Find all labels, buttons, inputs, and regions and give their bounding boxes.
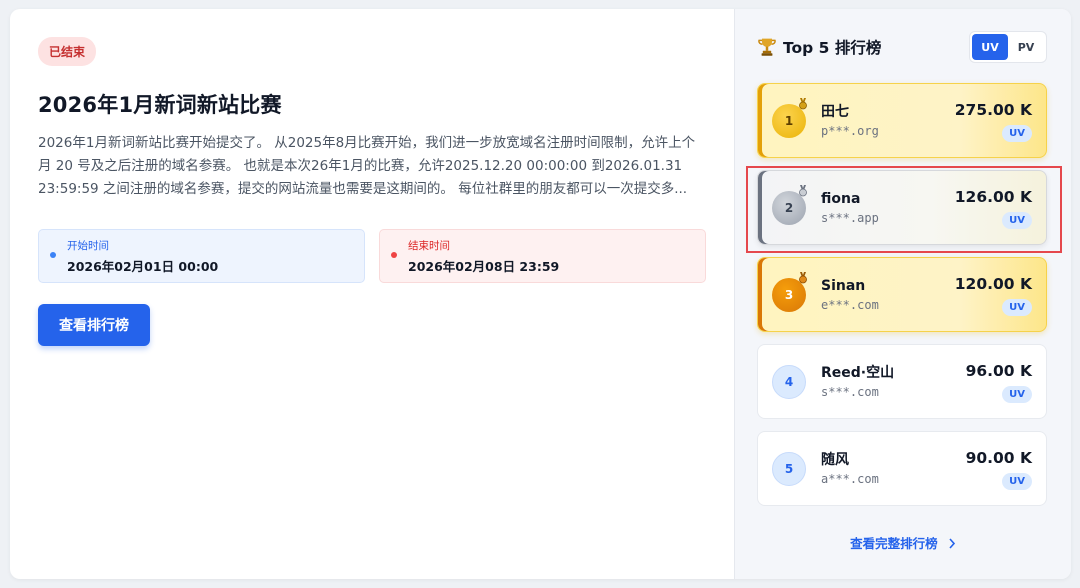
rank-metric: 120.00 K UV xyxy=(955,274,1032,316)
rank-domain: a***.com xyxy=(821,472,879,486)
rank-value: 90.00 K xyxy=(965,448,1032,467)
rank-name: fiona xyxy=(821,191,861,207)
rank-item-1[interactable]: 1 田七 p***.org 275.00 K UV xyxy=(757,83,1047,158)
rank-medal: 4 xyxy=(772,364,806,399)
rank-value: 126.00 K xyxy=(954,187,1032,206)
rank-number: 2 xyxy=(784,200,794,215)
ranking-header: Top 5 排行榜 UV PV xyxy=(757,31,1047,63)
rank-info: Reed·空山 s***.com xyxy=(821,364,966,399)
medal-icon xyxy=(799,97,807,109)
ranking-panel: Top 5 排行榜 UV PV 1 田七 p***.org 275.00 K U… xyxy=(734,9,1071,579)
contest-description: 2026年1月新词新站比赛开始提交了。 从2025年8月比赛开始，我们进一步放宽… xyxy=(38,135,696,197)
view-full-ranking-label: 查看完整排行榜 xyxy=(850,536,938,551)
rank-metric: 275.00 K UV xyxy=(955,100,1032,142)
rank-name: Reed·空山 xyxy=(821,365,895,381)
rank-info: Sinan e***.com xyxy=(821,277,955,312)
ranking-title: Top 5 排行榜 xyxy=(783,39,882,57)
rank-domain: p***.org xyxy=(821,124,879,138)
rank-name: 田七 xyxy=(821,104,849,120)
end-time-box: 结束时间 2026年02月08日 23:59 xyxy=(379,229,706,283)
time-range: 开始时间 2026年02月01日 00:00 结束时间 2026年02月08日 … xyxy=(38,229,706,283)
end-time-value: 2026年02月08日 23:59 xyxy=(408,259,560,274)
rank-item-3[interactable]: 3 Sinan e***.com 120.00 K UV xyxy=(757,257,1047,332)
rank-value: 275.00 K xyxy=(954,100,1032,119)
end-time-label: 结束时间 xyxy=(408,240,450,252)
rank-name: Sinan xyxy=(821,278,866,294)
trophy-icon xyxy=(758,38,776,56)
rank-number: 5 xyxy=(784,461,794,476)
rank-domain: s***.app xyxy=(821,211,879,225)
rank-info: fiona s***.app xyxy=(821,190,955,225)
metric-badge: UV xyxy=(1002,298,1032,316)
rank-number: 4 xyxy=(784,374,794,389)
contest-title: 2026年1月新词新站比赛 xyxy=(38,93,282,117)
metric-badge: UV xyxy=(1002,124,1032,142)
rank-item-5[interactable]: 5 随风 a***.com 90.00 K UV xyxy=(757,431,1047,506)
contest-detail: 已结束 2026年1月新词新站比赛 2026年1月新词新站比赛开始提交了。 从2… xyxy=(10,9,734,579)
start-dot-icon xyxy=(50,252,56,258)
rank-number: 3 xyxy=(784,287,794,302)
contest-card: 已结束 2026年1月新词新站比赛 2026年1月新词新站比赛开始提交了。 从2… xyxy=(10,9,1071,579)
chevron-right-icon xyxy=(949,538,956,549)
rank-name: 随风 xyxy=(821,452,849,468)
status-badge: 已结束 xyxy=(38,37,97,66)
rank-info: 随风 a***.com xyxy=(821,451,966,486)
toggle-pv-button[interactable]: PV xyxy=(1008,34,1044,60)
metric-badge: UV xyxy=(1002,385,1032,403)
rank-item-4[interactable]: 4 Reed·空山 s***.com 96.00 K UV xyxy=(757,344,1047,419)
medal-icon xyxy=(799,184,807,196)
rank-number: 1 xyxy=(784,113,794,128)
rank-item-2[interactable]: 2 fiona s***.app 126.00 K UV xyxy=(746,166,1062,253)
metric-toggle: UV PV xyxy=(969,31,1047,63)
rank-domain: s***.com xyxy=(821,385,879,399)
medal-icon xyxy=(799,271,807,283)
start-time-box: 开始时间 2026年02月01日 00:00 xyxy=(38,229,365,283)
rank-medal: 1 xyxy=(772,97,807,138)
ranking-title-group: Top 5 排行榜 xyxy=(757,36,881,58)
rank-medal: 3 xyxy=(772,271,807,312)
start-time-label: 开始时间 xyxy=(67,240,109,252)
start-time-value: 2026年02月01日 00:00 xyxy=(67,259,219,274)
end-dot-icon xyxy=(391,252,397,258)
rank-value: 96.00 K xyxy=(965,361,1032,380)
ranking-list: 1 田七 p***.org 275.00 K UV 2 fiona s***.a… xyxy=(746,83,1062,506)
rank-value: 120.00 K xyxy=(954,274,1032,293)
rank-metric: 96.00 K UV xyxy=(966,361,1032,403)
rank-domain: e***.com xyxy=(821,298,879,312)
toggle-uv-button[interactable]: UV xyxy=(972,34,1008,60)
view-leaderboard-button[interactable]: 查看排行榜 xyxy=(38,304,150,346)
rank-medal: 2 xyxy=(772,184,807,225)
rank-medal: 5 xyxy=(772,451,806,486)
rank-metric: 90.00 K UV xyxy=(966,448,1032,490)
metric-badge: UV xyxy=(1002,211,1032,229)
rank-info: 田七 p***.org xyxy=(821,103,955,138)
view-full-ranking-link[interactable]: 查看完整排行榜 xyxy=(735,533,1071,552)
metric-badge: UV xyxy=(1002,472,1032,490)
rank-metric: 126.00 K UV xyxy=(955,187,1032,229)
